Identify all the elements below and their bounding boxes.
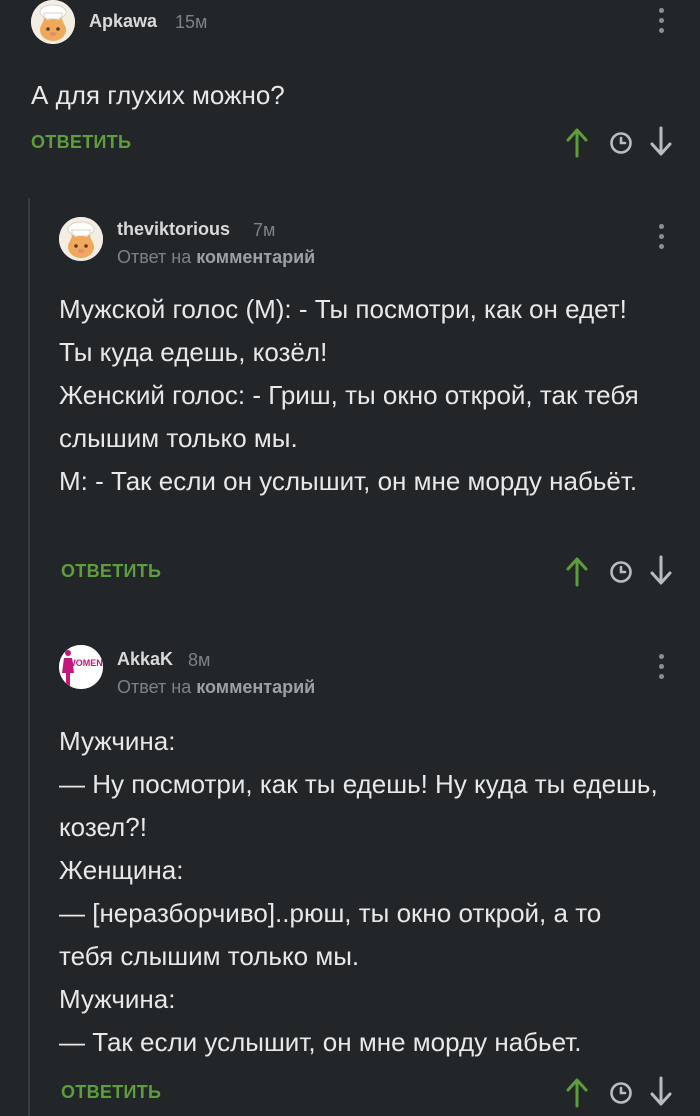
upvote-icon[interactable] [564,126,590,158]
reply-to-label: Ответ на комментарий [117,247,315,268]
comment-actions [560,126,680,158]
upvote-icon[interactable] [564,555,590,587]
comment-line: Мужской голос (М): - Ты посмотри, как он… [59,294,627,367]
comment-time: 7м [253,220,276,240]
downvote-icon[interactable] [648,126,674,158]
comment-body: Мужской голос (М): - Ты посмотри, как он… [59,288,660,503]
avatar-text: WOMEN [67,658,103,668]
more-vertical-icon[interactable] [650,6,674,36]
comment-time: 8м [188,650,211,670]
downvote-icon[interactable] [648,1076,674,1108]
avatar[interactable] [59,217,103,261]
reply-target-link[interactable]: комментарий [196,247,315,267]
comment: Apkawa 15м А для глухих можно? ОТВЕТИТЬ [0,0,700,190]
avatar[interactable]: WOMEN [59,645,103,689]
clock-icon[interactable] [608,130,634,156]
comment-body: А для глухих можно? [31,74,660,117]
comment-line: Женщина: [59,855,184,885]
more-vertical-icon[interactable] [650,222,674,252]
comment-username[interactable]: theviktorious [117,219,230,240]
comment-line: Мужчина: [59,984,176,1014]
reply-prefix: Ответ на [117,247,192,267]
reply-target-link[interactable]: комментарий [196,677,315,697]
upvote-icon[interactable] [564,1076,590,1108]
comment-line: — Так если услышит, он мне морду набьет. [59,1027,582,1057]
comment-username[interactable]: AkkaK [117,649,173,670]
reply-prefix: Ответ на [117,677,192,697]
comment: WOMEN AkkaK 8м Ответ на комментарий Мужч… [0,642,700,1116]
more-vertical-icon[interactable] [650,652,674,682]
comment-line: Мужчина: [59,726,176,756]
comment-time: 15м [175,12,208,32]
comment: theviktorious 7м Ответ на комментарий Му… [0,214,700,614]
women-sign-avatar-icon: WOMEN [59,645,103,689]
reply-button[interactable]: ОТВЕТИТЬ [61,561,161,582]
reply-to-label: Ответ на комментарий [117,677,315,698]
clock-icon[interactable] [608,559,634,585]
reply-button[interactable]: ОТВЕТИТЬ [31,132,131,153]
downvote-icon[interactable] [648,555,674,587]
reply-button[interactable]: ОТВЕТИТЬ [61,1082,161,1103]
comment-actions [560,555,680,587]
comment-line: М: - Так если он услышит, он мне морду н… [59,466,638,496]
clock-icon[interactable] [608,1080,634,1106]
comment-line: А для глухих можно? [31,80,285,110]
chef-cat-avatar-icon [59,217,103,261]
chef-cat-avatar-icon [31,0,75,44]
comment-line: — Ну посмотри, как ты едешь! Ну куда ты … [59,769,658,842]
comment-line: — [неразборчиво]..рюш, ты окно открой, а… [59,898,602,971]
avatar[interactable] [31,0,75,44]
comment-actions [560,1076,680,1108]
comment-line: Женский голос: - Гриш, ты окно открой, т… [59,380,639,453]
comment-username[interactable]: Apkawa [89,11,157,32]
comment-body: Мужчина: — Ну посмотри, как ты едешь! Ну… [59,720,660,1064]
